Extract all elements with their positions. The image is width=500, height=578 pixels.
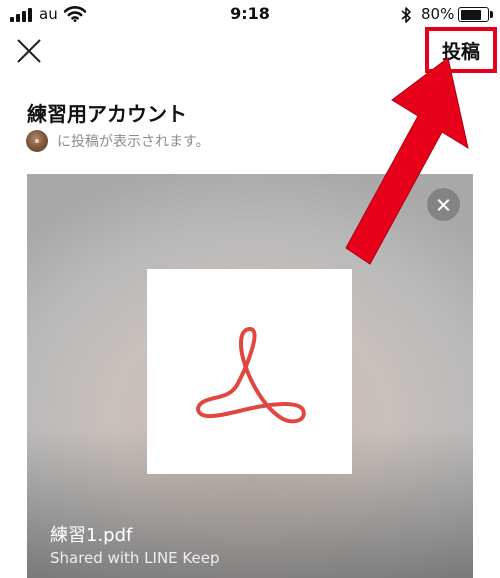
- battery-icon: [458, 7, 489, 22]
- notice-text: に投稿が表示されます。: [57, 134, 210, 150]
- close-icon[interactable]: [14, 36, 44, 66]
- battery-level-fill: [460, 9, 481, 20]
- file-meta: Shared with LINE Keep: [50, 549, 220, 567]
- status-bar: au 9:18 80%: [0, 0, 500, 30]
- file-name: 練習1.pdf: [50, 525, 133, 546]
- attachment-card[interactable]: 練習1.pdf Shared with LINE Keep: [27, 174, 473, 578]
- pdf-icon: [196, 327, 306, 424]
- bluetooth-icon: [401, 7, 411, 23]
- post-target-notice: に投稿が表示されます。: [26, 129, 210, 153]
- post-button[interactable]: 投稿: [425, 27, 497, 73]
- screen: au 9:18 80% 投稿 練習用アカウント に投稿が表示されます。 練習1.…: [0, 0, 500, 578]
- battery-percent: 80%: [421, 5, 455, 23]
- account-name: 練習用アカウント: [27, 102, 187, 126]
- pdf-thumbnail: [147, 269, 352, 474]
- battery-nub: [490, 11, 493, 18]
- remove-icon[interactable]: [427, 188, 460, 221]
- avatar: [26, 130, 48, 152]
